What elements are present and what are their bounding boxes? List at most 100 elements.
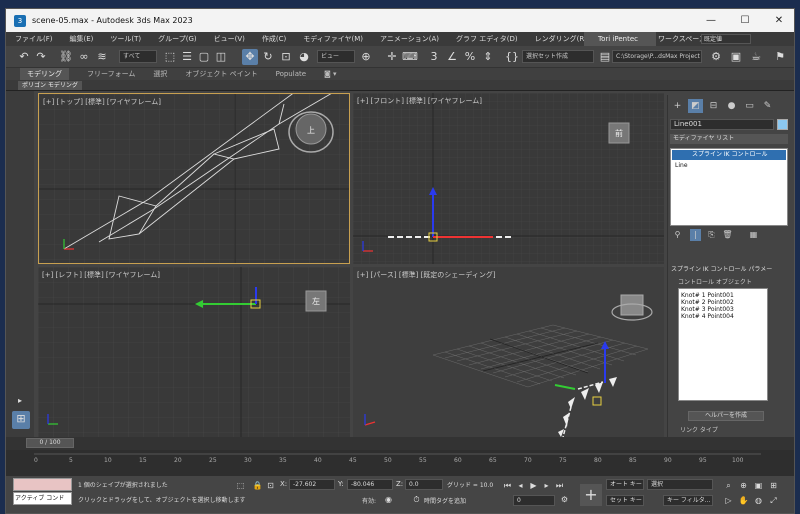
viewport-top-label[interactable]: [+] [トップ] [標準] [ワイヤフレーム] <box>43 97 161 107</box>
selection-filter-dropdown[interactable]: すべて <box>119 50 157 63</box>
maxscript-listener[interactable] <box>13 478 72 491</box>
tab-populate[interactable]: Populate <box>276 70 306 78</box>
rollout-title[interactable]: スプライン IK コントロール パラメー <box>671 264 772 273</box>
play-animation-icon[interactable]: ▶ <box>527 480 540 491</box>
object-color-swatch[interactable] <box>777 119 788 130</box>
viewcube-top-face[interactable]: 上 <box>307 126 315 135</box>
menu-modifiers[interactable]: モディファイヤ(M) <box>294 34 371 44</box>
configure-modifier-sets-icon[interactable]: ▦ <box>748 229 759 241</box>
render-setup-icon[interactable]: ⚙ <box>708 49 724 65</box>
menu-file[interactable]: ファイル(F) <box>6 34 61 44</box>
tab-freeform[interactable]: フリーフォーム <box>87 69 135 79</box>
key-set-dropdown[interactable]: 選択 <box>647 479 713 490</box>
viewport-perspective[interactable]: [+] [パース] [標準] [既定のシェーディング] <box>353 267 664 437</box>
viewport-front-label[interactable]: [+] [フロント] [標準] [ワイヤフレーム] <box>357 96 482 106</box>
rectangular-selection-icon[interactable]: ▢ <box>196 49 212 65</box>
close-button[interactable]: ✕ <box>762 9 794 32</box>
make-unique-icon[interactable]: ⎘ <box>706 229 717 241</box>
current-frame-field[interactable]: 0 <box>513 495 555 506</box>
absolute-mode-icon[interactable]: ⊡ <box>264 480 277 491</box>
x-coordinate-field[interactable]: -27.602 <box>289 479 335 490</box>
menu-animation[interactable]: アニメーション(A) <box>371 34 447 44</box>
pan-icon[interactable]: ✋ <box>737 495 750 506</box>
list-item[interactable]: Knot# 2 Point002 <box>681 299 765 306</box>
next-frame-icon[interactable]: ▸ <box>540 480 553 491</box>
pin-stack-icon[interactable]: ⚲ <box>672 229 683 241</box>
render-production-icon[interactable]: ⚑ <box>772 49 788 65</box>
percent-snap-icon[interactable]: % <box>462 49 478 65</box>
previous-frame-icon[interactable]: ◂ <box>514 480 527 491</box>
polygon-modeling-panel[interactable]: ポリゴン モデリング <box>18 81 82 90</box>
time-slider-handle[interactable]: 0 / 100 <box>26 438 74 448</box>
list-item[interactable]: Knot# 3 Point003 <box>681 306 765 313</box>
render-icon[interactable]: ☕ <box>748 49 764 65</box>
key-filters-button[interactable]: キー フィルタ... <box>663 495 713 506</box>
menu-graph-editors[interactable]: グラフ エディタ(D) <box>447 34 526 44</box>
select-by-name-icon[interactable]: ☰ <box>179 49 195 65</box>
project-path-field[interactable]: C:\Storage\P...dsMax Project <box>612 50 702 63</box>
adaptive-degradation-icon[interactable]: ◉ <box>382 494 395 505</box>
motion-tab-icon[interactable]: ● <box>724 99 739 113</box>
show-end-result-icon[interactable]: ❘ <box>690 229 701 241</box>
menu-view[interactable]: ビュー(V) <box>205 34 253 44</box>
zoom-icon[interactable]: ⌕ <box>722 480 735 491</box>
list-item[interactable]: Knot# 1 Point001 <box>681 292 765 299</box>
menu-edit[interactable]: 編集(E) <box>61 34 102 44</box>
select-manipulate-icon[interactable]: ✛ <box>384 49 400 65</box>
unlink-icon[interactable]: ∞ <box>76 49 92 65</box>
viewport-top[interactable]: [+] [トップ] [標準] [ワイヤフレーム] 上 <box>38 93 350 264</box>
modify-tab-icon[interactable]: ◩ <box>688 99 703 113</box>
pivot-center-icon[interactable]: ⊕ <box>358 49 374 65</box>
display-tab-icon[interactable]: ▭ <box>742 99 757 113</box>
viewport-layout-icon[interactable]: ⊞ <box>12 411 30 429</box>
utilities-tab-icon[interactable]: ✎ <box>760 99 775 113</box>
link-icon[interactable]: ⛓ <box>58 49 74 65</box>
menu-create[interactable]: 作成(C) <box>253 34 294 44</box>
workspace-dropdown[interactable]: 既定値 <box>701 34 751 44</box>
tab-selection[interactable]: 選択 <box>153 69 167 79</box>
rendered-frame-icon[interactable]: ▣ <box>728 49 744 65</box>
tab-object-paint[interactable]: オブジェクト ペイント <box>185 69 257 79</box>
select-object-icon[interactable]: ⬚ <box>162 49 178 65</box>
go-to-start-icon[interactable]: ⏮ <box>501 480 514 491</box>
maximize-viewport-icon[interactable]: ⤢ <box>767 495 780 506</box>
bind-spacewarp-icon[interactable]: ≋ <box>94 49 110 65</box>
field-of-view-icon[interactable]: ▷ <box>722 495 735 506</box>
set-key-icon[interactable]: + <box>580 484 602 506</box>
stack-item-spline-ik[interactable]: スプライン IK コントロール <box>672 150 786 160</box>
zoom-all-icon[interactable]: ⊕ <box>737 480 750 491</box>
project-folder-icon[interactable]: ▤ <box>597 49 613 65</box>
redo-icon[interactable]: ↷ <box>33 49 49 65</box>
object-name-field[interactable]: Line001 <box>670 119 774 130</box>
tab-modeling[interactable]: モデリング <box>20 68 69 80</box>
z-coordinate-field[interactable]: 0.0 <box>405 479 443 490</box>
undo-icon[interactable]: ↶ <box>16 49 32 65</box>
ribbon-options-icon[interactable]: ◙ ▾ <box>324 70 337 78</box>
angle-snap-icon[interactable]: ∠ <box>444 49 460 65</box>
orbit-icon[interactable]: ◍ <box>752 495 765 506</box>
snaps-toggle-icon[interactable]: 3 <box>426 49 442 65</box>
menu-group[interactable]: グループ(G) <box>149 34 204 44</box>
play-icon[interactable]: ▸ <box>12 393 28 409</box>
modifier-list-dropdown[interactable]: モディファイヤ リスト <box>670 134 788 144</box>
reference-coordinate-dropdown[interactable]: ビュー <box>317 50 355 63</box>
time-configuration-icon[interactable]: ⚙ <box>558 494 571 505</box>
auto-key-button[interactable]: オート キー <box>606 479 644 490</box>
select-and-scale-icon[interactable]: ⊡ <box>278 49 294 65</box>
zoom-extents-all-icon[interactable]: ⊞ <box>767 480 780 491</box>
stack-item-line[interactable]: Line <box>675 161 688 171</box>
menu-tools[interactable]: ツール(T) <box>101 34 149 44</box>
minimize-button[interactable]: — <box>694 9 728 32</box>
time-slider[interactable]: 0 / 100 <box>6 437 794 450</box>
viewport-perspective-label[interactable]: [+] [パース] [標準] [既定のシェーディング] <box>357 270 496 280</box>
remove-modifier-icon[interactable]: 🗑 <box>722 229 733 241</box>
select-and-move-icon[interactable]: ✥ <box>242 49 258 65</box>
set-key-button[interactable]: セット キー <box>606 495 644 506</box>
keyboard-shortcut-icon[interactable]: ⌨ <box>402 49 418 65</box>
create-helpers-button[interactable]: ヘルパーを作成 <box>688 411 764 421</box>
selection-lock-icon[interactable]: 🔒 <box>251 480 264 491</box>
zoom-extents-icon[interactable]: ▣ <box>752 480 765 491</box>
viewport-front[interactable]: [+] [フロント] [標準] [ワイヤフレーム] 前 <box>353 93 664 264</box>
active-command-field[interactable]: アクティブ コンド <box>13 492 72 505</box>
knot-list[interactable]: Knot# 1 Point001 Knot# 2 Point002 Knot# … <box>678 288 768 401</box>
